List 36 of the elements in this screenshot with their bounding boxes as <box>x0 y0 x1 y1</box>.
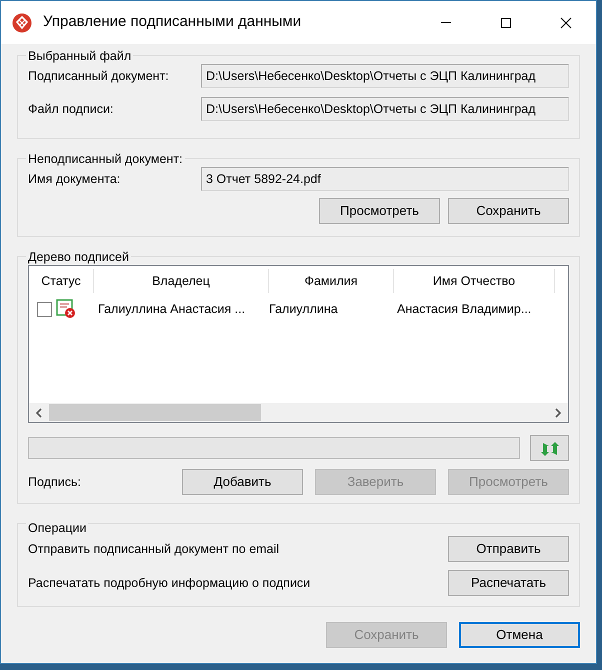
path-field[interactable]: D:\Users\Небесенко\Desktop\Отчеты с ЭЦП Калининград <box>201 97 569 121</box>
operation-text: Распечатать подробную информацию о подписи <box>28 574 312 592</box>
table-cell-text: Галиуллина <box>269 300 339 318</box>
button[interactable]: Добавить <box>182 469 303 495</box>
group-title: Неподписанный документ: <box>26 151 185 167</box>
operation-text: Отправить подписанный документ по email <box>28 540 280 558</box>
checkbox[interactable] <box>37 302 52 316</box>
column-header[interactable]: Статус <box>29 269 94 293</box>
certificate-error-icon <box>56 299 76 319</box>
maximize-icon <box>500 16 512 28</box>
button[interactable]: Отмена <box>459 622 580 648</box>
column-header[interactable]: Имя Отчество <box>394 269 555 293</box>
group-title: Выбранный файл <box>26 48 134 64</box>
app-logo-icon <box>12 12 32 32</box>
group-title: Операции <box>26 520 88 536</box>
document-name-field[interactable]: 3 Отчет 5892-24.pdf <box>201 167 569 191</box>
table-cell-text: Анастасия Владимир... <box>396 300 532 318</box>
field-label: Подписанный документ: <box>28 68 170 85</box>
table-cell-text: Галиуллина Анастасия ... <box>97 300 246 318</box>
refresh-button[interactable] <box>530 435 569 461</box>
button[interactable]: Распечатать <box>448 570 569 596</box>
refresh-icon <box>540 440 560 457</box>
button[interactable]: Отправить <box>448 536 569 562</box>
minimize-icon <box>441 22 451 23</box>
field-label: Имя документа: <box>28 170 122 188</box>
button[interactable]: Сохранить <box>448 198 569 224</box>
field-label: Файл подписи: <box>28 100 114 118</box>
field-label: Подпись: <box>28 474 82 491</box>
path-field[interactable]: D:\Users\Небесенко\Desktop\Отчеты с ЭЦП Калининград <box>201 64 569 88</box>
window-title: Управление подписанными данными <box>43 12 302 32</box>
button[interactable]: Просмотреть <box>319 198 440 224</box>
column-header[interactable]: Фамилия <box>269 269 394 293</box>
close-icon <box>560 16 572 28</box>
group-title: Дерево подписей <box>26 249 131 265</box>
scrollbar-thumb[interactable] <box>49 404 261 421</box>
column-header[interactable]: Владелец <box>94 269 269 293</box>
